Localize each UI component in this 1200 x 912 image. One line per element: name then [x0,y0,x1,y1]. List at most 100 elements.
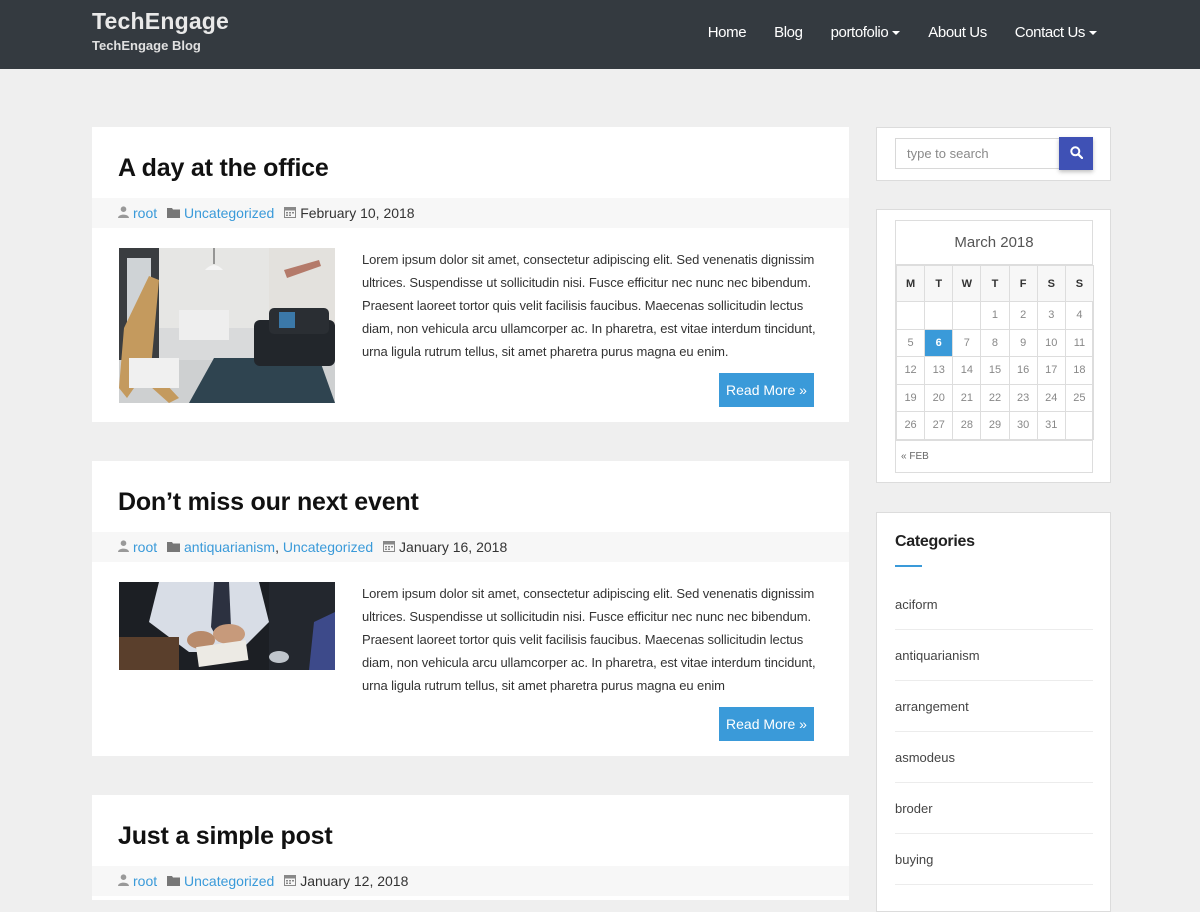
calendar-week-row: 1234 [895,301,1095,330]
folder-icon [167,198,181,228]
user-icon [118,198,129,228]
category-separator: , [275,539,283,555]
calendar-empty-cell [1064,411,1095,440]
search-input[interactable] [895,138,1061,169]
category-item[interactable]: broder [895,783,1093,834]
post-date: January 16, 2018 [399,539,508,555]
calendar-day: 2 [1008,301,1038,330]
category-item[interactable]: antiquarianism [895,630,1093,681]
calendar-week-row: 5 6 7 8 9 10 11 [895,328,1095,357]
post-author-link[interactable]: root [133,539,157,555]
nav-home[interactable]: Home [708,24,747,41]
calendar-day: 12 [895,356,926,385]
category-item[interactable]: arrangement [895,681,1093,732]
calendar-day: 18 [1064,356,1095,385]
user-icon [118,532,129,562]
post-meta: root Uncategorized January 12, 2018 [92,866,849,896]
categories-list: aciform antiquarianism arrangement asmodeus… [895,579,1093,885]
read-more-button[interactable]: Read More » [719,373,814,407]
user-icon [118,866,129,896]
nav-contact[interactable]: Contact Us [1015,24,1097,41]
calendar-weekday: F [1008,265,1038,302]
calendar-empty-cell [924,301,954,330]
folder-icon [167,866,181,896]
category-item[interactable]: aciform [895,579,1093,630]
calendar-day: 28 [952,411,982,440]
post-author-link[interactable]: root [133,205,157,221]
calendar-widget: March 2018 MTWTFSS 1 2 3 4 5 6 7 8 9 10 11 12 13 14 15… [876,209,1111,483]
search-icon [1069,145,1083,162]
calendar-icon [284,866,297,896]
calendar: March 2018 MTWTFSS 1 2 3 4 5 6 7 8 9 10 11 12 13 14 15… [895,220,1095,473]
folder-icon [167,532,181,562]
calendar-day: 22 [980,383,1010,412]
calendar-grid: MTWTFSS 1 2 3 4 5 6 7 8 9 10 11 12 13 14 15 16 17 18 19 20 2… [895,265,1095,440]
nav-portfolio[interactable]: portofolio [831,24,901,41]
post-card: A day at the office root Uncategorized F… [92,127,849,422]
post-thumbnail-event[interactable] [119,582,335,670]
calendar-day: 23 [1008,383,1038,412]
calendar-day: 13 [924,356,954,385]
nav-blog[interactable]: Blog [774,24,803,41]
post-thumbnail-office[interactable] [119,248,335,403]
post-card: Just a simple post root Uncategorized Ja… [92,795,849,900]
nav-contact-label: Contact Us [1014,24,1086,41]
calendar-week-row: 26 27 28 29 30 31 [895,411,1095,440]
calendar-day: 26 [895,411,926,440]
post-excerpt: Lorem ipsum dolor sit amet, consectetur … [362,252,816,359]
post-category-link[interactable]: Uncategorized [283,539,373,555]
calendar-day: 21 [952,383,982,412]
calendar-weekday: T [924,265,954,302]
post-title[interactable]: Just a simple post [118,822,333,851]
calendar-weekday: S [1036,265,1066,302]
post-author-link[interactable]: root [133,873,157,889]
site-header: TechEngage TechEngage Blog Home Blog por… [0,0,1200,69]
calendar-day: 11 [1064,328,1095,357]
calendar-day: 10 [1036,328,1066,357]
nav-portfolio-label: portofolio [830,24,889,41]
nav-about[interactable]: About Us [928,24,987,41]
calendar-day: 25 [1064,383,1095,412]
title-underline [895,565,922,567]
post-title[interactable]: A day at the office [118,154,329,183]
post-title[interactable]: Don’t miss our next event [118,488,419,517]
chevron-down-icon [1089,31,1097,36]
brand: TechEngage TechEngage Blog [92,8,229,53]
post-date: January 12, 2018 [300,873,409,889]
category-item[interactable]: asmodeus [895,732,1093,783]
site-tagline: TechEngage Blog [92,38,201,53]
calendar-weekday: T [980,265,1010,302]
main-nav: Home Blog portofolio About Us Contact Us [680,24,1097,41]
category-item[interactable]: buying [895,834,1093,885]
calendar-day: 3 [1036,301,1066,330]
categories-title: Categories [895,533,975,550]
post-card: Don’t miss our next event root antiquari… [92,461,849,756]
post-meta: root antiquarianism, Uncategorized Janua… [92,532,849,562]
calendar-caption: March 2018 [896,221,1092,265]
calendar-day: 31 [1036,411,1066,440]
post-category-link[interactable]: Uncategorized [184,205,274,221]
post-category-link[interactable]: Uncategorized [184,873,274,889]
calendar-weekday: W [952,265,982,302]
post-category-link[interactable]: antiquarianism [184,539,275,555]
calendar-day: 14 [952,356,982,385]
read-more-button[interactable]: Read More » [719,707,814,741]
calendar-day: 19 [895,383,926,412]
calendar-prev-link[interactable]: « FEB [896,439,1092,472]
calendar-day: 15 [980,356,1010,385]
calendar-day: 24 [1036,383,1066,412]
post-meta: root Uncategorized February 10, 2018 [92,198,849,228]
calendar-day: 30 [1008,411,1038,440]
categories-widget: Categories aciform antiquarianism arrangem… [876,512,1111,912]
calendar-weekday: S [1064,265,1095,302]
site-title[interactable]: TechEngage [92,8,229,35]
calendar-day: 6 [924,328,954,357]
search-button[interactable] [1059,137,1093,170]
calendar-week-row: 19 20 21 22 23 24 25 [895,383,1095,412]
calendar-day: 20 [924,383,954,412]
calendar-day: 1 [980,301,1010,330]
chevron-down-icon [892,31,901,36]
calendar-day: 5 [895,328,926,357]
calendar-empty-cell [952,301,982,330]
calendar-day: 16 [1008,356,1038,385]
